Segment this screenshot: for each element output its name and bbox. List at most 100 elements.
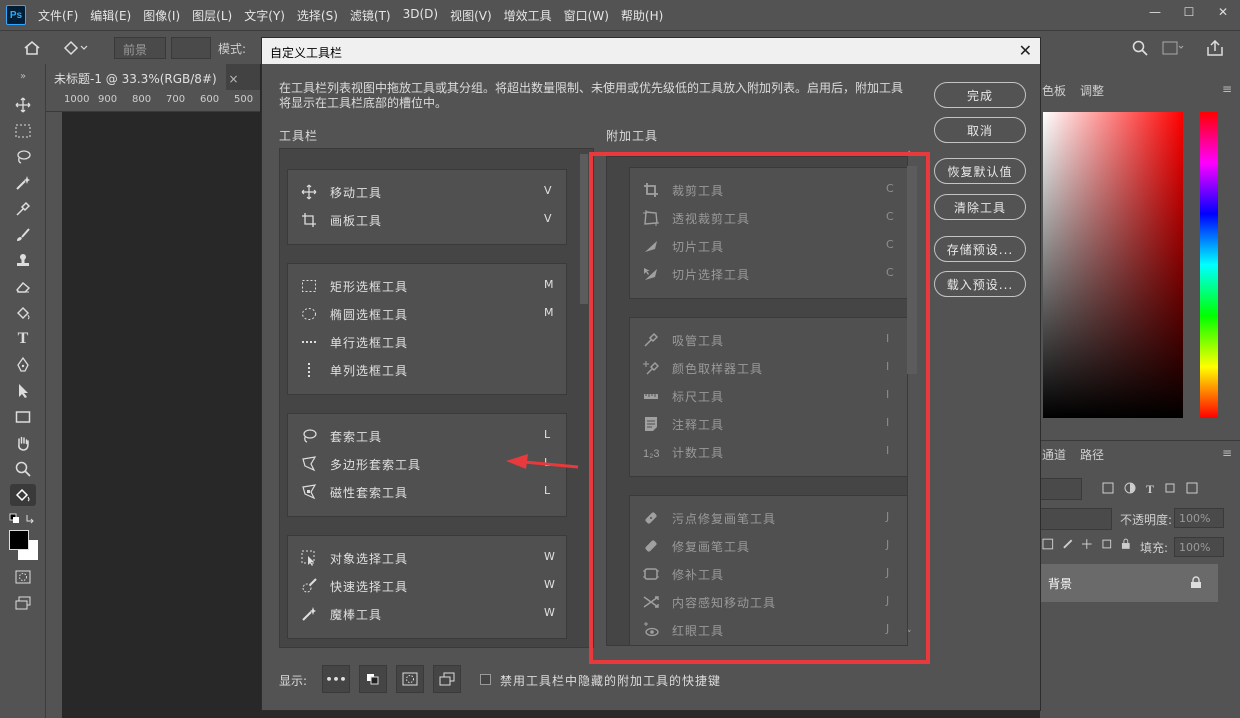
quick-mask-icon[interactable] <box>10 566 36 588</box>
document-tab[interactable]: 未标题-1 @ 33.3%(RGB/8#) × <box>46 64 239 90</box>
menu-item[interactable]: 滤镜(T) <box>344 7 397 24</box>
lock-all-icon <box>1122 538 1131 549</box>
path-select-tool-icon[interactable] <box>10 380 36 402</box>
save-preset-button[interactable]: 存储预设... <box>934 236 1026 262</box>
swap-colors-icon[interactable] <box>8 512 38 526</box>
tool-shortcut: M <box>544 306 554 319</box>
hue-slider[interactable] <box>1200 112 1218 418</box>
fill-input[interactable]: 100% <box>1174 537 1224 557</box>
tool-group[interactable]: 对象选择工具 W 快速选择工具 W 魔棒工具 W <box>287 535 567 639</box>
tool-row[interactable]: 画板工具 V <box>288 206 568 234</box>
menu-item[interactable]: 编辑(E) <box>84 7 137 24</box>
collapse-toolbar-icon[interactable]: » <box>10 65 36 87</box>
tool-row[interactable]: 对象选择工具 W <box>288 544 568 572</box>
menu-item[interactable]: 3D(D) <box>397 7 444 24</box>
tab-adjustments[interactable]: 调整 <box>1080 82 1104 99</box>
extra-tools-slot-button[interactable]: ••• <box>322 665 350 693</box>
zoom-tool-icon[interactable] <box>10 458 36 480</box>
hand-tool-icon[interactable] <box>10 432 36 454</box>
tool-row[interactable]: 魔棒工具 W <box>288 600 568 628</box>
menu-item[interactable]: 选择(S) <box>291 7 344 24</box>
quick-select-tool-icon[interactable] <box>10 172 36 194</box>
tool-row[interactable]: 快速选择工具 W <box>288 572 568 600</box>
lock-transparent-icon <box>1042 538 1054 550</box>
screen-mode-toggle-icon[interactable] <box>433 665 461 693</box>
marquee-tool-icon[interactable] <box>10 120 36 142</box>
eyedropper-tool-icon[interactable] <box>10 198 36 220</box>
cancel-button[interactable]: 取消 <box>934 117 1026 143</box>
tool-group[interactable]: 移动工具 V 画板工具 V <box>287 169 567 245</box>
canvas-area[interactable] <box>62 112 260 718</box>
rectangle-tool-icon[interactable] <box>10 406 36 428</box>
close-app-button[interactable]: ✕ <box>1206 0 1240 24</box>
magnetic-lasso-icon <box>300 483 318 501</box>
type-tool-icon[interactable]: T <box>10 328 36 350</box>
share-icon[interactable] <box>1206 37 1228 59</box>
ellipse-marquee-icon <box>300 305 318 323</box>
search-icon[interactable] <box>1132 37 1154 59</box>
layers-menu-icon[interactable]: ≡ <box>1222 446 1232 460</box>
paint-bucket-preset-icon[interactable] <box>62 37 102 59</box>
pattern-picker[interactable] <box>171 37 211 59</box>
pen-tool-icon[interactable] <box>10 354 36 376</box>
tool-row[interactable]: 椭圆选框工具 M <box>288 300 568 328</box>
restore-defaults-button[interactable]: 恢复默认值 <box>934 158 1026 184</box>
brush-tool-icon[interactable] <box>10 224 36 246</box>
fill-source-select[interactable]: 前景 <box>114 37 166 59</box>
dialog-close-button[interactable]: ✕ <box>1019 41 1032 60</box>
disable-shortcuts-checkbox[interactable] <box>480 674 491 685</box>
color-swap-toggle-icon[interactable] <box>359 665 387 693</box>
menu-item[interactable]: 图像(I) <box>137 7 186 24</box>
tool-label: 单列选框工具 <box>330 364 409 378</box>
tool-shortcut: M <box>544 278 554 291</box>
maximize-button[interactable]: ☐ <box>1172 0 1206 24</box>
color-field[interactable] <box>1043 112 1183 418</box>
move-tool-icon[interactable] <box>10 94 36 116</box>
menu-item[interactable]: 文件(F) <box>32 7 84 24</box>
menu-item[interactable]: 文字(Y) <box>238 7 291 24</box>
layer-filter-select[interactable] <box>1040 478 1082 500</box>
clear-tools-button[interactable]: 清除工具 <box>934 194 1026 220</box>
menu-item[interactable]: 窗口(W) <box>558 7 615 24</box>
tool-row[interactable]: 套索工具 L <box>288 422 568 450</box>
lock-position-icon <box>1082 539 1092 549</box>
tool-row[interactable]: 磁性套索工具 L <box>288 478 568 506</box>
paint-bucket-tool-icon[interactable] <box>10 484 36 506</box>
load-preset-button[interactable]: 载入预设... <box>934 271 1026 297</box>
tool-group[interactable]: 矩形选框工具 M 椭圆选框工具 M 单行选框工具单列选框工具 <box>287 263 567 395</box>
opacity-label: 不透明度: <box>1120 513 1173 527</box>
tool-row[interactable]: 矩形选框工具 M <box>288 272 568 300</box>
lasso-icon <box>300 427 318 445</box>
menu-item[interactable]: 增效工具 <box>498 7 558 24</box>
stamp-tool-icon[interactable] <box>10 250 36 272</box>
workspace-icon[interactable] <box>1162 37 1192 59</box>
screen-mode-icon[interactable] <box>10 592 36 614</box>
lasso-tool-icon[interactable] <box>10 146 36 168</box>
eraser-tool-icon[interactable] <box>10 276 36 298</box>
menu-item[interactable]: 视图(V) <box>444 7 498 24</box>
tool-row[interactable]: 单行选框工具 <box>288 328 568 356</box>
gradient-tool-icon[interactable] <box>10 302 36 324</box>
col-marquee-icon <box>300 361 318 379</box>
tool-label: 移动工具 <box>330 186 383 200</box>
quick-mask-toggle-icon[interactable] <box>396 665 424 693</box>
panel-menu-icon[interactable]: ≡ <box>1222 82 1232 96</box>
toolbar-list[interactable]: 移动工具 V 画板工具 V 矩形选框工具 M 椭圆选框工具 M 单行选框工具 单列选框工具 套索工具… <box>279 148 594 648</box>
foreground-color-swatch-top[interactable] <box>9 530 29 550</box>
tab-swatches[interactable]: 色板 <box>1042 82 1066 99</box>
menu-item[interactable]: 图层(L) <box>186 7 238 24</box>
tab-paths[interactable]: 路径 <box>1080 446 1104 463</box>
toolbar-list-scrollbar[interactable] <box>580 154 588 304</box>
tool-row[interactable]: 单列选框工具 <box>288 356 568 384</box>
minimize-button[interactable]: — <box>1138 0 1172 24</box>
done-button[interactable]: 完成 <box>934 82 1026 108</box>
tool-row[interactable]: 移动工具 V <box>288 178 568 206</box>
tab-channels[interactable]: 通道 <box>1042 446 1066 463</box>
document-tab-close-icon[interactable]: × <box>229 72 239 86</box>
home-icon[interactable] <box>18 37 46 59</box>
tool-label: 套索工具 <box>330 430 383 444</box>
menu-item[interactable]: 帮助(H) <box>615 7 669 24</box>
layer-row[interactable]: 背景 <box>1040 564 1218 602</box>
opacity-input[interactable]: 100% <box>1174 508 1224 528</box>
blend-mode-select[interactable] <box>1040 508 1112 530</box>
